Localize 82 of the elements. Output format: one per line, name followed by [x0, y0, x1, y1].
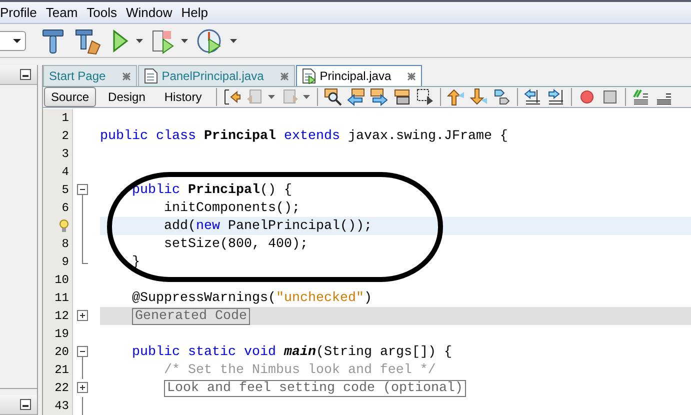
- string-literal: "unchecked": [276, 290, 364, 306]
- toggle-highlight-icon[interactable]: [392, 88, 411, 106]
- minimize-icon[interactable]: [20, 69, 31, 80]
- close-icon[interactable]: [280, 72, 289, 80]
- line-number: 8: [62, 237, 69, 251]
- fold-line: [82, 397, 83, 415]
- menu-item[interactable]: Profile: [0, 5, 42, 20]
- method-name: main: [284, 344, 316, 360]
- view-button[interactable]: Source: [44, 87, 96, 107]
- last-edit-icon[interactable]: [222, 88, 241, 106]
- record-icon[interactable]: [578, 88, 596, 106]
- code-comment: /* Set the Nimbus look and feel */: [162, 362, 436, 378]
- code-text: () {: [260, 182, 292, 198]
- line-number: 19: [54, 327, 69, 341]
- folded-code[interactable]: Generated Code: [132, 308, 250, 324]
- code-text: setSize(800, 400);: [162, 236, 308, 252]
- fold-end: [82, 253, 88, 264]
- code-text: add(: [162, 218, 196, 234]
- folded-code[interactable]: Look and feel setting code (optional): [164, 380, 466, 396]
- minimize-icon[interactable]: [20, 399, 31, 410]
- caret-icon[interactable]: [302, 95, 310, 99]
- line-number: 5: [62, 183, 69, 197]
- shape-arrows-icon[interactable]: [492, 88, 511, 106]
- code-text: ): [364, 290, 372, 306]
- line-number: 12: [54, 309, 69, 323]
- keyword: public static void: [130, 344, 277, 360]
- document-icon: [302, 68, 316, 84]
- code-text: (String args[]) {: [316, 344, 452, 360]
- code-text: PanelPrincipal());: [228, 218, 372, 234]
- keyword: new: [196, 218, 221, 234]
- line-number: 21: [54, 363, 69, 377]
- line-number: 6: [62, 201, 69, 215]
- view-button[interactable]: Design: [101, 87, 152, 107]
- menu-item[interactable]: Help: [181, 5, 214, 20]
- line-number: 4: [62, 165, 69, 179]
- menu-item[interactable]: Team: [46, 5, 83, 20]
- search-icon[interactable]: [324, 88, 342, 106]
- menu-item[interactable]: Tools: [86, 5, 122, 20]
- line-number: 10: [54, 273, 69, 287]
- collapse-icon[interactable]: [77, 181, 88, 199]
- keyword: public: [130, 182, 181, 198]
- code-text: initComponents();: [162, 200, 300, 216]
- line-number: 1: [62, 111, 69, 125]
- line-number: 11: [54, 291, 69, 305]
- line-number: 3: [62, 147, 69, 161]
- caret-icon[interactable]: [136, 38, 143, 42]
- document-icon: [144, 68, 158, 84]
- editor-tab[interactable]: PanelPrincipal.java: [138, 65, 295, 86]
- config-dropdown[interactable]: [0, 30, 26, 50]
- down-arrow-icon[interactable]: [470, 88, 488, 106]
- shift-right-icon[interactable]: [546, 88, 565, 106]
- class-name: Principal: [204, 128, 277, 144]
- line-number: 9: [62, 255, 69, 269]
- fold-line: [82, 361, 83, 379]
- editor-tab[interactable]: Start Page: [43, 65, 137, 86]
- caret-icon[interactable]: [230, 38, 237, 42]
- code-text: javax.swing.JFrame {: [348, 128, 508, 144]
- keyword: extends: [284, 128, 341, 144]
- keyword: public class: [100, 128, 197, 144]
- editor-tab[interactable]: Principal.java: [296, 65, 422, 86]
- stop-icon[interactable]: [600, 88, 619, 106]
- line-number: 20: [54, 345, 69, 359]
- view-button[interactable]: History: [157, 87, 209, 107]
- comment-lines-icon[interactable]: [632, 88, 650, 106]
- rectangle-selection-icon[interactable]: [416, 88, 434, 106]
- up-arrow-icon[interactable]: [446, 88, 465, 106]
- caret-icon[interactable]: [181, 38, 188, 42]
- caret-icon[interactable]: [268, 95, 275, 99]
- menu-item[interactable]: Window: [126, 5, 178, 20]
- lightbulb-icon[interactable]: [59, 219, 69, 233]
- shift-left-icon[interactable]: [524, 88, 542, 106]
- close-icon[interactable]: [407, 72, 416, 80]
- line-number: 2: [62, 129, 69, 143]
- line-number: 43: [54, 399, 69, 413]
- caret-icon: [12, 38, 22, 44]
- next-occurrence-icon[interactable]: [370, 88, 388, 106]
- collapse-icon[interactable]: [77, 343, 88, 361]
- close-icon[interactable]: [122, 72, 131, 80]
- previous-occurrence-icon[interactable]: [346, 88, 365, 106]
- class-name: Principal: [188, 182, 260, 198]
- code-text: @SuppressWarnings(: [130, 290, 276, 306]
- line-number: 22: [54, 381, 69, 395]
